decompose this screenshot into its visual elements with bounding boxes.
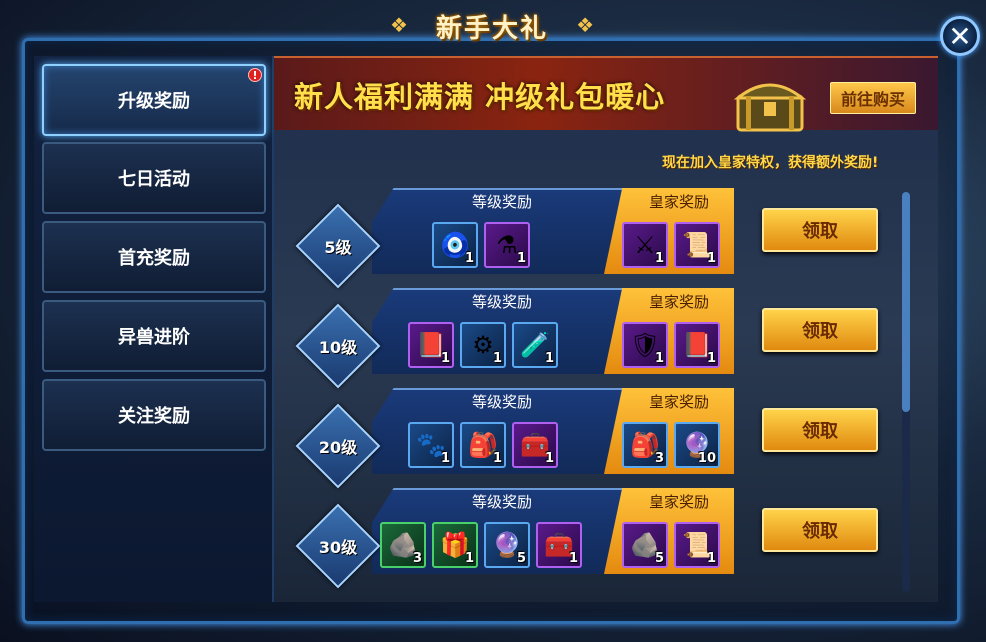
reward-item[interactable]: 📜 1 xyxy=(674,522,720,568)
sidebar-item-beast-advance[interactable]: 异兽进阶 xyxy=(42,300,266,372)
title-ornament-right-icon: ❖ xyxy=(576,13,594,37)
item-count: 5 xyxy=(654,551,664,566)
item-count: 1 xyxy=(706,551,716,566)
reward-item[interactable]: 🪨 3 xyxy=(380,522,426,568)
claim-button[interactable]: 领取 xyxy=(762,308,878,352)
reward-item[interactable]: 📕 1 xyxy=(674,322,720,368)
reward-item[interactable]: 🧰 1 xyxy=(536,522,582,568)
sidebar-item-follow-reward[interactable]: 关注奖励 xyxy=(42,379,266,451)
level-reward-items: 🐾 1 🎒 1 🧰 1 xyxy=(408,422,558,468)
item-count: 1 xyxy=(464,551,474,566)
item-count: 1 xyxy=(440,451,450,466)
item-count: 1 xyxy=(544,451,554,466)
sidebar-item-label: 升级奖励 xyxy=(118,91,190,112)
reward-item[interactable]: 🛡 1 xyxy=(622,322,668,368)
royal-privilege-note: 现在加入皇家特权，获得额外奖励! xyxy=(662,155,879,171)
level-label: 20级 xyxy=(318,438,358,457)
reward-item[interactable]: 📜 1 xyxy=(674,222,720,268)
item-count: 1 xyxy=(706,251,716,266)
item-count: 3 xyxy=(412,551,422,566)
reward-item[interactable]: 📕 1 xyxy=(408,322,454,368)
sidebar-item-level-reward[interactable]: 升级奖励 ! xyxy=(42,64,266,136)
alert-badge-icon: ! xyxy=(248,68,262,82)
level-reward-items: 🪨 3 🎁 1 🔮 5 🧰 1 xyxy=(380,522,582,568)
level-label: 5级 xyxy=(324,238,352,257)
sidebar-item-label: 异兽进阶 xyxy=(118,327,190,348)
item-count: 1 xyxy=(706,351,716,366)
claim-button[interactable]: 领取 xyxy=(762,508,878,552)
level-label: 30级 xyxy=(318,538,358,557)
level-reward-items: 📕 1 ⚙ 1 🧪 1 xyxy=(408,322,558,368)
level-reward-header: 等级奖励 xyxy=(471,493,532,511)
close-button[interactable]: ✕ xyxy=(940,16,980,56)
item-count: 5 xyxy=(516,551,526,566)
sidebar-item-label: 首充奖励 xyxy=(118,248,190,269)
reward-item[interactable]: 🔮 10 xyxy=(674,422,720,468)
banner-headline: 新人福利满满 冲级礼包暖心 xyxy=(294,80,666,114)
sidebar: 升级奖励 ! 七日活动 首充奖励 异兽进阶 关注奖励 xyxy=(34,56,274,602)
item-count: 1 xyxy=(654,251,664,266)
royal-reward-items: 🛡 1 📕 1 xyxy=(622,322,720,368)
item-count: 1 xyxy=(568,551,578,566)
reward-item[interactable]: 🔮 5 xyxy=(484,522,530,568)
reward-row: 等级奖励 皇家奖励 10级 📕 1 ⚙ 1 🧪 1 🛡 1 📕 1 领取 xyxy=(295,288,934,389)
reward-item[interactable]: 🐾 1 xyxy=(408,422,454,468)
go-buy-button[interactable]: 前往购买 xyxy=(830,82,916,114)
reward-item[interactable]: 🎒 3 xyxy=(622,422,668,468)
royal-reward-header: 皇家奖励 xyxy=(648,193,709,211)
title-ornament-left-icon: ❖ xyxy=(390,13,408,37)
royal-reward-header: 皇家奖励 xyxy=(648,493,709,511)
reward-item[interactable]: ⚗ 1 xyxy=(484,222,530,268)
claim-button[interactable]: 领取 xyxy=(762,208,878,252)
level-label: 10级 xyxy=(318,338,358,357)
reward-item[interactable]: 🪨 5 xyxy=(622,522,668,568)
reward-item[interactable]: 🧿 1 xyxy=(432,222,478,268)
royal-reward-items: 🎒 3 🔮 10 xyxy=(622,422,720,468)
item-count: 1 xyxy=(492,351,502,366)
royal-reward-header: 皇家奖励 xyxy=(648,293,709,311)
level-reward-header: 等级奖励 xyxy=(471,393,532,411)
sidebar-item-label: 七日活动 xyxy=(118,169,190,190)
treasure-chest-icon xyxy=(733,83,807,132)
reward-item[interactable]: 🧪 1 xyxy=(512,322,558,368)
reward-item[interactable]: 🎒 1 xyxy=(460,422,506,468)
claim-button[interactable]: 领取 xyxy=(762,408,878,452)
reward-row: 等级奖励 皇家奖励 5级 🧿 1 ⚗ 1 ⚔ 1 📜 1 领取 xyxy=(295,188,934,289)
page-title: 新手大礼 xyxy=(435,13,548,44)
item-count: 1 xyxy=(440,351,450,366)
content-panel: 新人福利满满 冲级礼包暖心 前往购买 现在加入皇家特权，获得额外奖励! 等级奖励… xyxy=(274,56,938,602)
level-reward-header: 等级奖励 xyxy=(471,193,532,211)
reward-row: 等级奖励 皇家奖励 20级 🐾 1 🎒 1 🧰 1 🎒 3 🔮 10 领取 xyxy=(295,388,934,489)
item-count: 3 xyxy=(654,451,664,466)
item-count: 1 xyxy=(654,351,664,366)
royal-reward-items: 🪨 5 📜 1 xyxy=(622,522,720,568)
title-banner: ❖ 新手大礼 ❖ xyxy=(384,6,600,46)
sidebar-item-label: 关注奖励 xyxy=(118,406,190,427)
level-reward-items: 🧿 1 ⚗ 1 xyxy=(432,222,530,268)
promo-banner: 新人福利满满 冲级礼包暖心 前往购买 xyxy=(274,56,938,132)
sidebar-item-first-recharge[interactable]: 首充奖励 xyxy=(42,221,266,293)
close-icon: ✕ xyxy=(948,19,972,53)
item-count: 1 xyxy=(464,251,474,266)
item-count: 1 xyxy=(516,251,526,266)
reward-item[interactable]: 🧰 1 xyxy=(512,422,558,468)
reward-item[interactable]: 🎁 1 xyxy=(432,522,478,568)
sidebar-item-seven-day[interactable]: 七日活动 xyxy=(42,142,266,214)
royal-reward-header: 皇家奖励 xyxy=(648,393,709,411)
reward-row: 等级奖励 皇家奖励 30级 🪨 3 🎁 1 🔮 5 🧰 1 🪨 5 📜 1 领取 xyxy=(295,488,934,589)
item-count: 1 xyxy=(544,351,554,366)
reward-item[interactable]: ⚙ 1 xyxy=(460,322,506,368)
reward-item[interactable]: ⚔ 1 xyxy=(622,222,668,268)
item-count: 10 xyxy=(697,451,716,466)
level-reward-header: 等级奖励 xyxy=(471,293,532,311)
royal-reward-items: ⚔ 1 📜 1 xyxy=(622,222,720,268)
item-count: 1 xyxy=(492,451,502,466)
